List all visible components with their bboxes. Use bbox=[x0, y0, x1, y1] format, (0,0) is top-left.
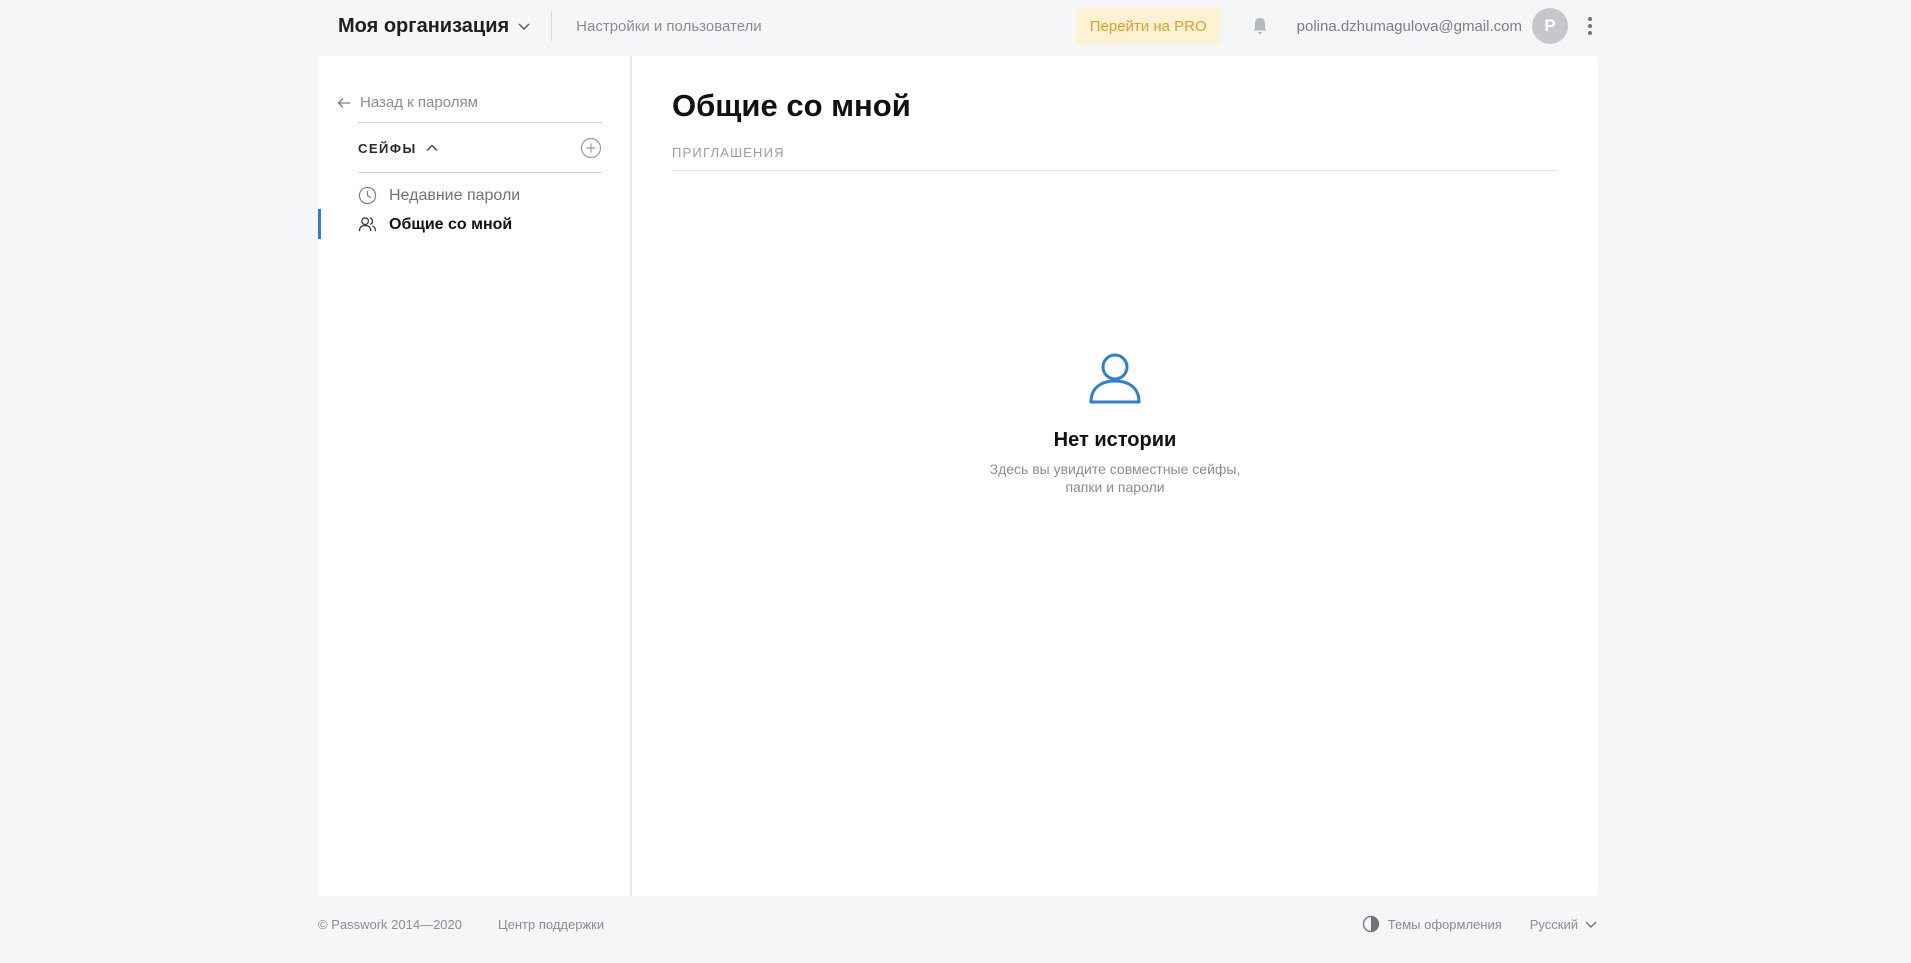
content-card: Назад к паролям СЕЙФЫ Недавние пароли Об… bbox=[318, 56, 1598, 896]
sidebar-divider bbox=[358, 172, 602, 173]
sidebar-item-shared-with-me[interactable]: Общие со мной bbox=[358, 215, 512, 234]
sidebar: Назад к паролям СЕЙФЫ Недавние пароли Об… bbox=[318, 56, 632, 896]
safes-header: СЕЙФЫ bbox=[358, 134, 602, 162]
header-divider bbox=[551, 11, 553, 41]
sidebar-item-recent-passwords[interactable]: Недавние пароли bbox=[358, 186, 520, 205]
sidebar-item-label: Недавние пароли bbox=[389, 186, 521, 204]
empty-state-description: Здесь вы увидите совместные сейфы, папки… bbox=[632, 460, 1598, 496]
copyright: © Passwork 2014—2020 bbox=[318, 916, 462, 932]
tabs-divider bbox=[672, 170, 1558, 171]
empty-state-line: папки и пароли bbox=[1065, 479, 1165, 495]
tab-invitations[interactable]: ПРИГЛАШЕНИЯ bbox=[672, 145, 785, 160]
safes-label: СЕЙФЫ bbox=[358, 140, 417, 156]
org-name: Моя организация bbox=[338, 14, 510, 37]
settings-users-link[interactable]: Настройки и пользователи bbox=[576, 18, 762, 35]
add-safe-icon[interactable] bbox=[580, 137, 602, 159]
org-switcher[interactable]: Моя организация bbox=[318, 15, 531, 38]
back-to-passwords-link[interactable]: Назад к паролям bbox=[336, 94, 478, 111]
active-indicator bbox=[318, 209, 321, 239]
themes-button[interactable]: Темы оформления bbox=[1362, 915, 1502, 933]
sidebar-divider bbox=[358, 122, 602, 123]
page-title: Общие со мной bbox=[672, 88, 911, 123]
contrast-icon bbox=[1362, 915, 1379, 933]
top-bar: Моя организация Настройки и пользователи… bbox=[318, 0, 1598, 52]
empty-state: Нет истории Здесь вы увидите совместные … bbox=[632, 350, 1598, 496]
back-label: Назад к паролям bbox=[360, 94, 478, 111]
arrow-left-icon bbox=[337, 97, 350, 108]
sidebar-item-label: Общие со мной bbox=[389, 215, 513, 233]
language-select[interactable]: Русский bbox=[1530, 917, 1598, 932]
main-panel: Общие со мной ПРИГЛАШЕНИЯ Нет истории Зд… bbox=[632, 56, 1598, 896]
more-menu-icon[interactable] bbox=[1582, 14, 1598, 38]
upgrade-pro-button[interactable]: Перейти на PRO bbox=[1075, 7, 1221, 45]
language-label: Русский bbox=[1529, 916, 1578, 932]
chevron-down-icon bbox=[518, 23, 530, 30]
chevron-down-icon bbox=[1585, 921, 1597, 928]
bell-icon[interactable] bbox=[1249, 15, 1271, 37]
users-icon bbox=[358, 217, 377, 232]
user-icon bbox=[1089, 353, 1141, 404]
support-center-link[interactable]: Центр поддержки bbox=[498, 917, 604, 932]
user-email[interactable]: polina.dzhumagulova@gmail.com bbox=[1297, 18, 1522, 35]
clock-icon bbox=[358, 186, 377, 205]
safes-toggle[interactable]: СЕЙФЫ bbox=[358, 141, 439, 156]
empty-state-title: Нет истории bbox=[1053, 429, 1177, 451]
themes-label: Темы оформления bbox=[1387, 916, 1502, 932]
empty-state-line: Здесь вы увидите совместные сейфы, bbox=[989, 461, 1241, 477]
avatar[interactable]: P bbox=[1532, 8, 1568, 44]
chevron-up-icon bbox=[426, 144, 438, 151]
footer: © Passwork 2014—2020 Центр поддержки Тем… bbox=[318, 912, 1598, 936]
